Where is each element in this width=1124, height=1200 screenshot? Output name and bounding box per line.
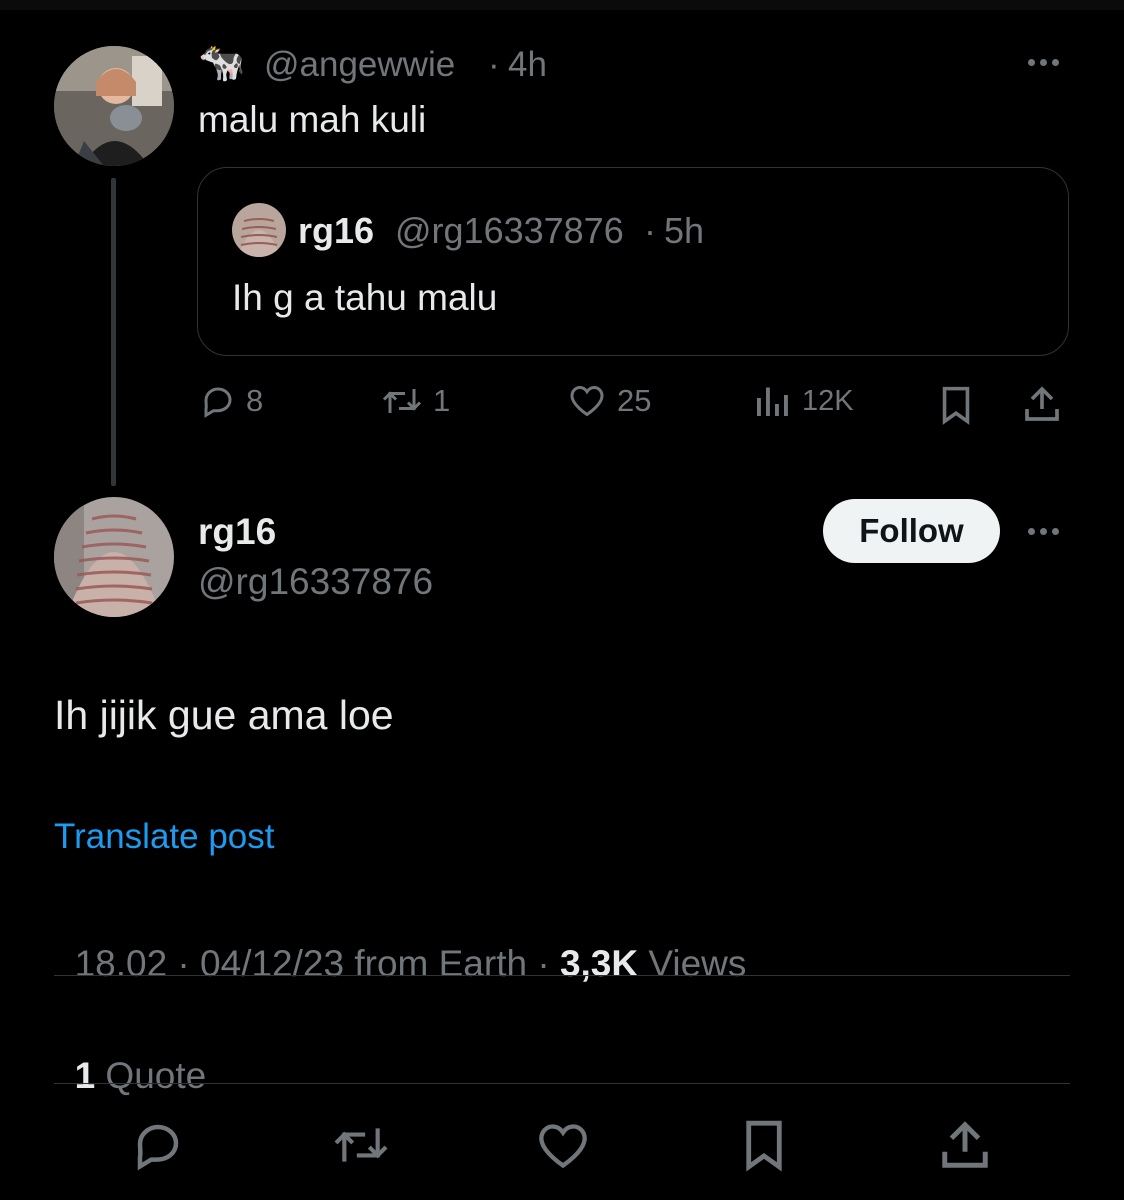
reply-count: 8 (246, 383, 264, 418)
views-label: Views (638, 943, 747, 984)
views-total: 3,3K (559, 943, 639, 984)
like-button[interactable]: 25 (567, 383, 651, 419)
parent-time[interactable]: 4h (508, 44, 547, 86)
top-bar (0, 0, 1124, 10)
quote-count: 1 (74, 1055, 96, 1096)
quoted-handle[interactable]: @rg16337876 (395, 209, 624, 252)
divider (54, 975, 1070, 976)
thread-line (111, 178, 116, 486)
share-icon[interactable] (1022, 384, 1062, 424)
avatar-photo (54, 497, 174, 617)
more-icon[interactable] (1028, 59, 1059, 66)
quoted-post-card[interactable] (197, 167, 1069, 356)
separator-dot: · (644, 210, 656, 251)
avatar-rg16[interactable] (54, 497, 174, 617)
translate-link[interactable]: Translate post (54, 816, 274, 858)
views-button[interactable]: 12K (752, 383, 854, 419)
like-icon (570, 385, 604, 417)
post-timestamp[interactable]: 18.02 · 04/12/23 from Earth · (75, 943, 560, 984)
author-handle[interactable]: @rg16337876 (198, 560, 433, 604)
reply-button[interactable]: 8 (200, 383, 263, 419)
bookmark-icon[interactable] (740, 1118, 788, 1172)
cow-emoji: 🐄 (198, 42, 246, 84)
post-text: Ih jijik gue ama loe (54, 692, 394, 738)
reply-icon[interactable] (131, 1118, 185, 1172)
repost-button[interactable]: 1 (381, 383, 450, 419)
repost-icon (382, 389, 422, 413)
quoted-text: Ih g a tahu malu (232, 277, 498, 318)
bookmark-icon[interactable] (938, 385, 974, 425)
quoted-name[interactable]: rg16 (298, 209, 374, 252)
follow-button[interactable]: Follow (823, 499, 1000, 563)
repost-icon[interactable] (330, 1120, 392, 1170)
reply-icon (204, 387, 232, 418)
quote-stat[interactable]: 1 Quote (54, 1010, 207, 1098)
repost-count: 1 (433, 383, 451, 418)
avatar-angewwie[interactable] (54, 46, 174, 166)
like-count: 25 (617, 383, 652, 418)
author-name[interactable]: rg16 (198, 510, 276, 554)
post-metadata: 18.02 · 04/12/23 from Earth · 3,3K Views (54, 898, 747, 986)
more-icon[interactable] (1028, 528, 1059, 535)
quoted-time[interactable]: 5h (664, 209, 704, 252)
share-icon[interactable] (938, 1118, 992, 1172)
avatar-photo (54, 46, 174, 166)
avatar-photo (232, 203, 286, 257)
avatar-rg16-small[interactable] (232, 203, 286, 257)
divider (54, 1083, 1070, 1084)
parent-handle[interactable]: @angewwie (264, 44, 455, 86)
separator-dot: · (488, 45, 500, 84)
views-count: 12K (802, 384, 854, 417)
views-icon (757, 387, 788, 416)
like-icon[interactable] (534, 1120, 592, 1172)
quote-label: Quote (95, 1055, 207, 1096)
parent-text: malu mah kuli (198, 99, 427, 140)
